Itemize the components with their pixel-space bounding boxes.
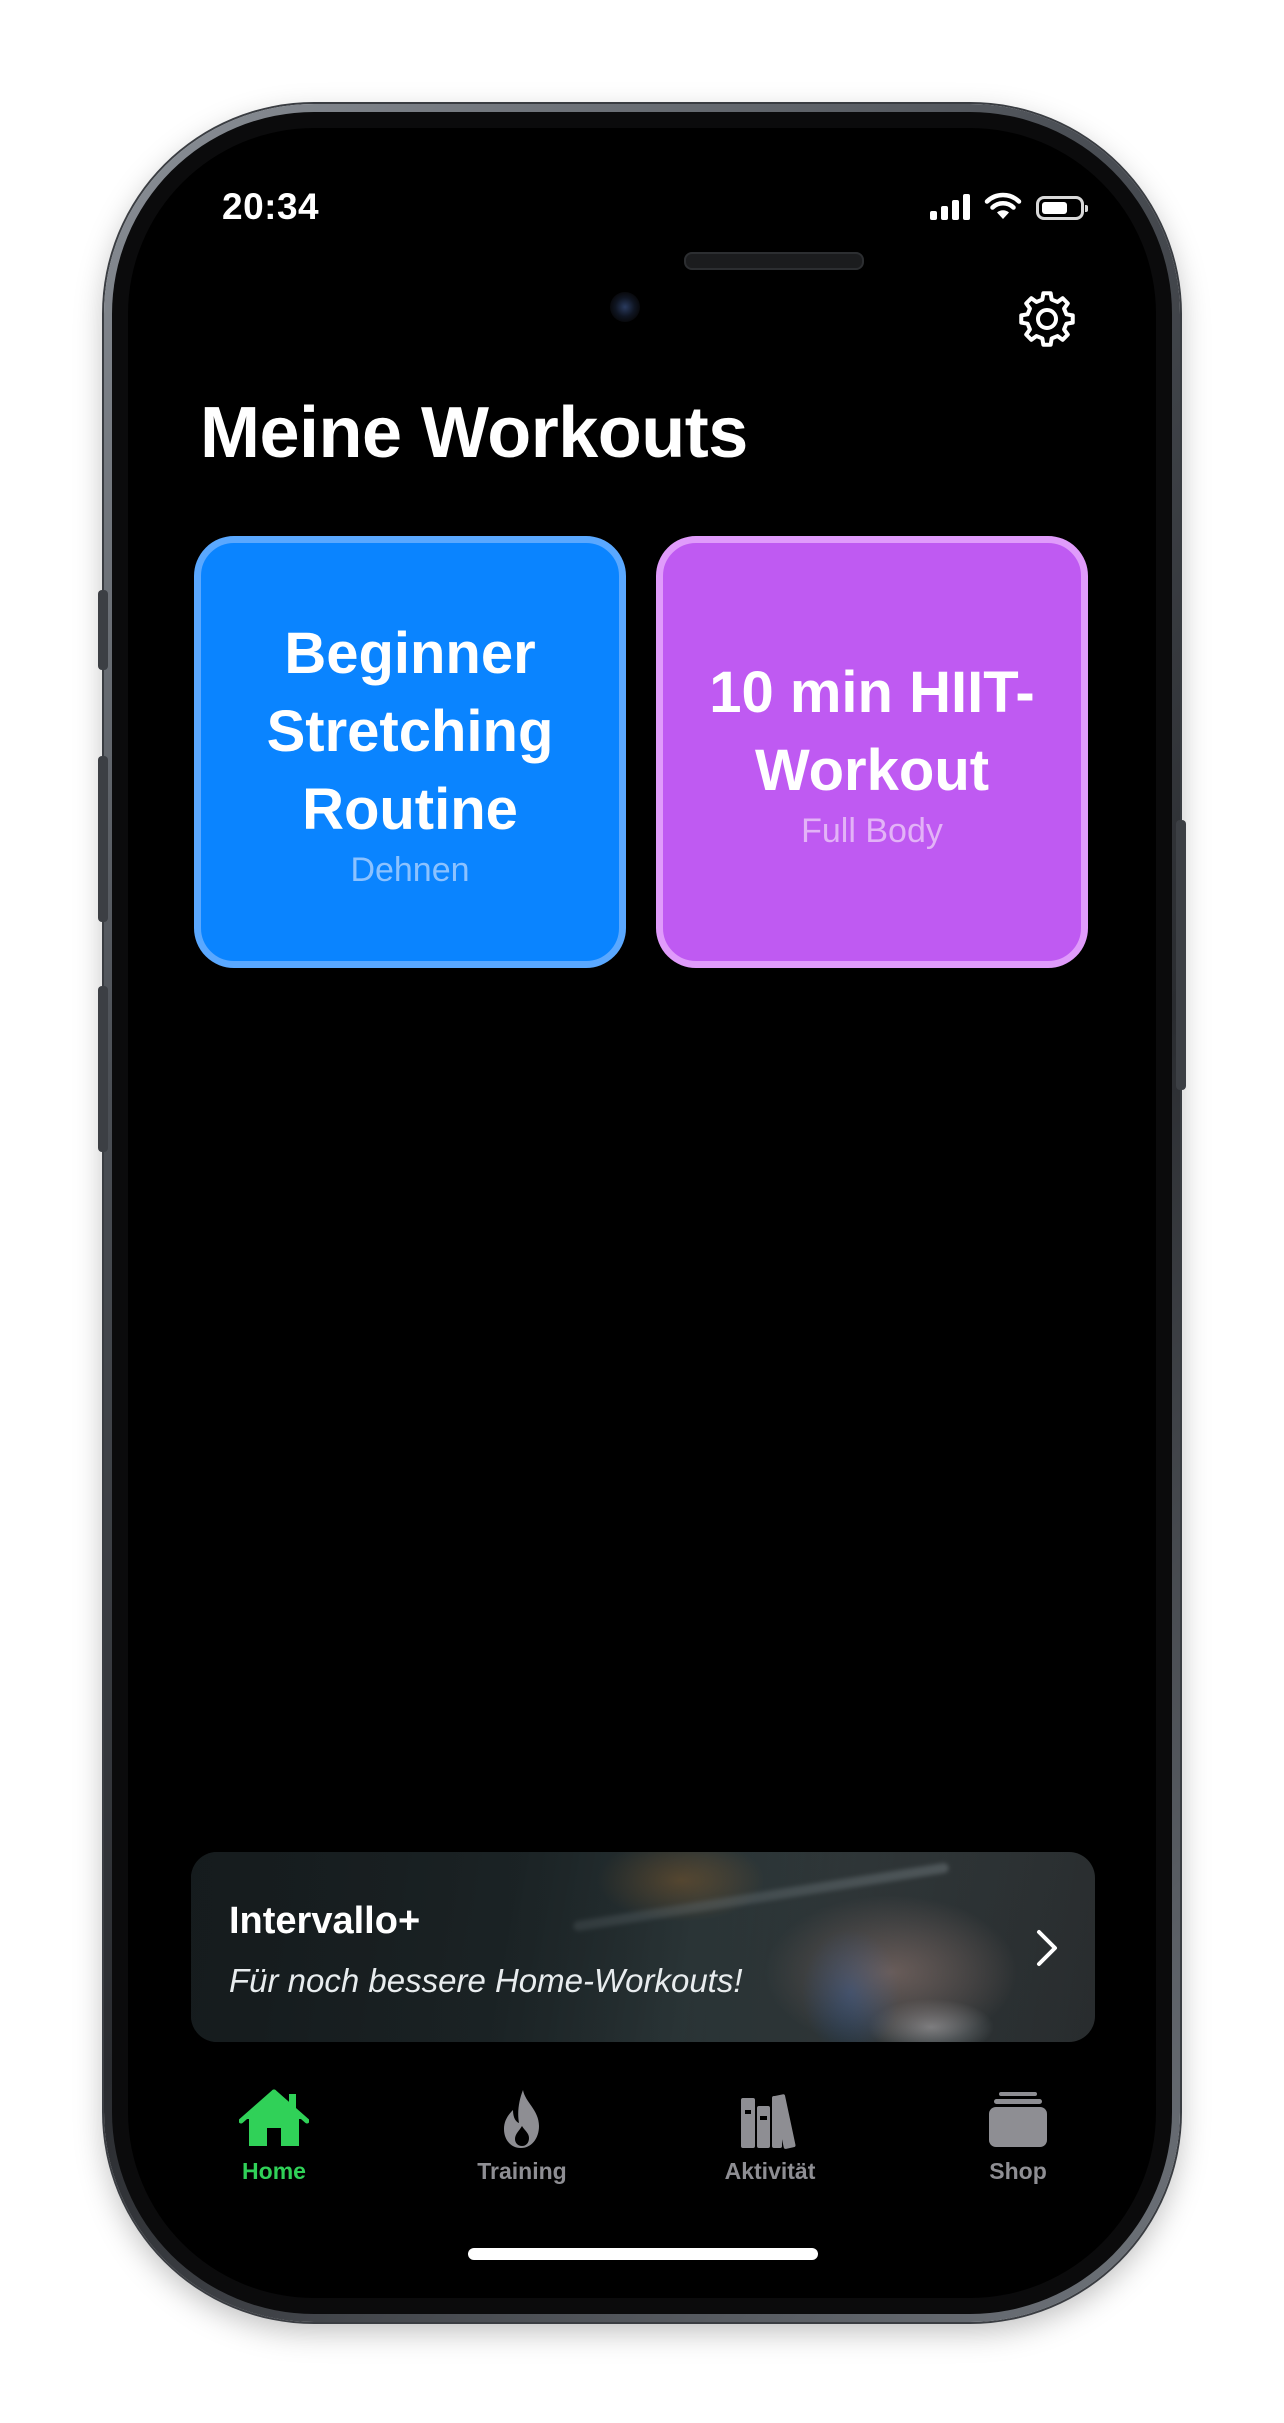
tab-aktivitaet[interactable]: Aktivität <box>670 2088 870 2185</box>
battery-level <box>1042 202 1067 214</box>
status-time: 20:34 <box>222 186 320 227</box>
workout-card-stretching[interactable]: Beginner Stretching Routine Dehnen <box>194 536 626 968</box>
tab-label: Training <box>477 2158 567 2184</box>
cellular-signal-icon <box>930 194 970 220</box>
status-icons <box>930 192 1088 220</box>
tab-label: Home <box>242 2158 306 2184</box>
tab-label: Shop <box>989 2158 1047 2184</box>
workout-title: Beginner Stretching Routine <box>266 620 554 842</box>
battery-icon <box>1036 196 1088 220</box>
tab-training[interactable]: Training <box>422 2088 622 2185</box>
flame-icon <box>504 2090 539 2148</box>
power-button <box>1176 820 1186 1090</box>
chevron-right-icon <box>1037 1930 1057 1966</box>
tab-bar: Home Training Aktivität Shop <box>128 2088 1156 2228</box>
page-title: Meine Workouts <box>200 393 748 473</box>
house-icon <box>239 2089 309 2146</box>
books-icon <box>741 2094 796 2149</box>
stack-icon <box>989 2092 1047 2147</box>
tab-shop[interactable]: Shop <box>918 2088 1118 2185</box>
gear-icon <box>1019 291 1075 347</box>
banner-title: Intervallo+ <box>229 1900 421 1942</box>
workout-category: Dehnen <box>350 850 470 889</box>
mute-switch <box>98 590 108 670</box>
banner-overlay <box>191 1852 1095 2042</box>
home-indicator[interactable] <box>468 2248 818 2260</box>
wifi-icon <box>984 192 1022 219</box>
intervallo-plus-banner[interactable]: Intervallo+ Für noch bessere Home-Workou… <box>191 1852 1095 2042</box>
app-screen: 20:34 Meine Workouts Beginner Stretching… <box>128 128 1156 2298</box>
workout-title: 10 min HIIT-Workout <box>709 659 1035 803</box>
tab-home[interactable]: Home <box>174 2088 374 2185</box>
volume-up-button <box>98 756 108 922</box>
front-camera <box>610 292 640 322</box>
volume-down-button <box>98 986 108 1152</box>
settings-button[interactable] <box>1016 288 1078 350</box>
earpiece-speaker <box>684 252 864 270</box>
workout-category: Full Body <box>801 811 943 850</box>
banner-subtitle: Für noch bessere Home-Workouts! <box>229 1962 743 1999</box>
tab-label: Aktivität <box>724 2158 816 2184</box>
workout-card-hiit[interactable]: 10 min HIIT-Workout Full Body <box>656 536 1088 968</box>
